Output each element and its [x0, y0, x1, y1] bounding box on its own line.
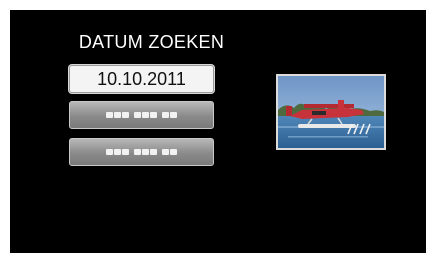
placeholder-dots	[106, 149, 177, 155]
date-label: 10.10.2011	[97, 68, 186, 89]
preview-thumbnail	[276, 74, 386, 150]
screen-title: DATUM ZOEKEN	[78, 32, 225, 52]
placeholder-dots	[106, 112, 177, 118]
date-button-selected[interactable]: 10.10.2011	[69, 65, 214, 93]
date-button-placeholder[interactable]	[69, 101, 214, 129]
date-button-placeholder[interactable]	[69, 138, 214, 166]
date-search-screen: DATUM ZOEKEN 10.10.2011	[10, 10, 426, 253]
seaplane-photo-icon	[278, 76, 384, 148]
